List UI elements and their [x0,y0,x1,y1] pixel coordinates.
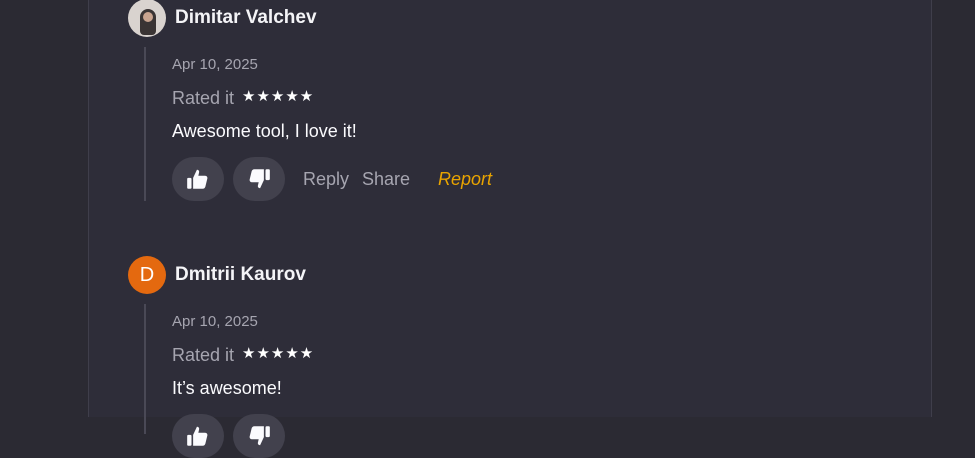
like-button[interactable] [172,414,224,458]
avatar[interactable]: D [128,256,166,294]
avatar-face [143,12,153,22]
thumbs-up-icon [187,169,208,189]
like-button[interactable] [172,157,224,201]
review-date: Apr 10, 2025 [172,313,258,330]
report-link[interactable]: Report [438,169,492,190]
thumbs-down-icon [249,426,270,446]
rated-label: Rated it [172,88,235,108]
share-link[interactable]: Share [362,169,410,190]
review-author-name[interactable]: Dimitar Valchev [175,7,317,29]
star-rating: ★★★★★ [242,345,315,362]
dislike-button[interactable] [233,414,285,458]
thread-line [144,47,146,201]
reply-link[interactable]: Reply [303,169,349,190]
dislike-button[interactable] [233,157,285,201]
thread-line [144,304,146,434]
review-author-name[interactable]: Dmitrii Kaurov [175,264,306,286]
rated-label: Rated it [172,345,235,365]
star-rating: ★★★★★ [242,88,315,105]
review-comment: It’s awesome! [172,378,282,398]
review-date: Apr 10, 2025 [172,56,258,73]
thumbs-down-icon [249,169,270,189]
avatar[interactable] [128,0,166,37]
thumbs-up-icon [187,426,208,446]
review-comment: Awesome tool, I love it! [172,121,357,141]
